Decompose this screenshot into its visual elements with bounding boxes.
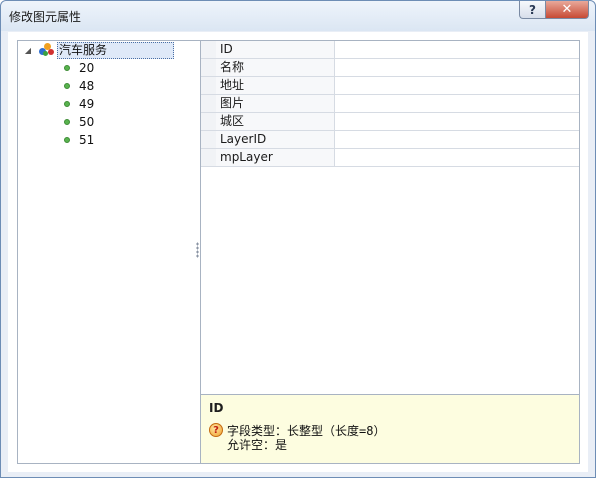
point-feature-icon <box>64 137 70 143</box>
property-name: LayerID <box>216 131 335 148</box>
property-name: 图片 <box>216 95 335 112</box>
property-row-id[interactable]: ID <box>201 41 579 59</box>
property-grid[interactable]: ID 名称 地址 图片 城区 LayerID mpLayer <box>200 40 580 395</box>
tree-child-label: 51 <box>79 133 95 147</box>
point-feature-icon <box>64 65 70 71</box>
dialog-client-area: ◢ 汽车服务 20 48 49 50 51 ID 名称 地址 图片 城区 Lay… <box>8 32 588 472</box>
title-buttons: ? ✕ <box>519 1 589 19</box>
property-name: 城区 <box>216 113 335 130</box>
property-row-district[interactable]: 城区 <box>201 113 579 131</box>
tree-child-item[interactable]: 50 <box>64 113 94 131</box>
panel-splitter-grip[interactable] <box>196 242 199 258</box>
title-bar[interactable]: 修改图元属性 ? ✕ <box>1 1 595 31</box>
tree-child-label: 49 <box>79 97 95 111</box>
tree-child-label: 50 <box>79 115 95 129</box>
tree-root-item[interactable]: ◢ 汽车服务 <box>20 41 175 59</box>
property-value-field[interactable] <box>335 59 579 76</box>
dialog-window: 修改图元属性 ? ✕ ◢ 汽车服务 20 48 49 50 51 ID 名称 地… <box>0 0 596 478</box>
property-row-name[interactable]: 名称 <box>201 59 579 77</box>
tree-child-label: 48 <box>79 79 95 93</box>
help-nullable: 允许空：是 <box>227 438 288 452</box>
help-title: ID <box>209 401 224 415</box>
window-title: 修改图元属性 <box>9 10 82 24</box>
property-row-mplayer[interactable]: mpLayer <box>201 149 579 167</box>
tree-child-label: 20 <box>79 61 95 75</box>
property-name: mpLayer <box>216 149 335 166</box>
tree-root-label[interactable]: 汽车服务 <box>57 41 175 59</box>
feature-tree[interactable]: ◢ 汽车服务 20 48 49 50 51 <box>17 40 202 464</box>
property-value-field[interactable] <box>335 131 579 148</box>
property-row-address[interactable]: 地址 <box>201 77 579 95</box>
property-value-field[interactable] <box>335 41 579 58</box>
property-value-field[interactable] <box>335 113 579 130</box>
property-row-layerid[interactable]: LayerID <box>201 131 579 149</box>
property-value-field[interactable] <box>335 95 579 112</box>
collapse-triangle-icon[interactable]: ◢ <box>23 41 33 59</box>
property-name: 名称 <box>216 59 335 76</box>
help-button[interactable]: ? <box>519 1 545 19</box>
point-feature-icon <box>64 83 70 89</box>
close-button[interactable]: ✕ <box>545 1 589 19</box>
point-feature-icon <box>64 101 70 107</box>
tree-child-item[interactable]: 20 <box>64 59 94 77</box>
tree-child-item[interactable]: 49 <box>64 95 94 113</box>
property-value-field[interactable] <box>335 149 579 166</box>
property-name: ID <box>216 41 335 58</box>
property-row-picture[interactable]: 图片 <box>201 95 579 113</box>
property-value-field[interactable] <box>335 77 579 94</box>
property-name: 地址 <box>216 77 335 94</box>
point-feature-icon <box>64 119 70 125</box>
layer-group-icon <box>39 42 55 58</box>
tree-child-item[interactable]: 48 <box>64 77 94 95</box>
tree-child-item[interactable]: 51 <box>64 131 94 149</box>
question-icon: ? <box>209 423 223 437</box>
property-help-panel: ID ? 字段类型：长整型（长度=8） 允许空：是 <box>200 394 580 464</box>
